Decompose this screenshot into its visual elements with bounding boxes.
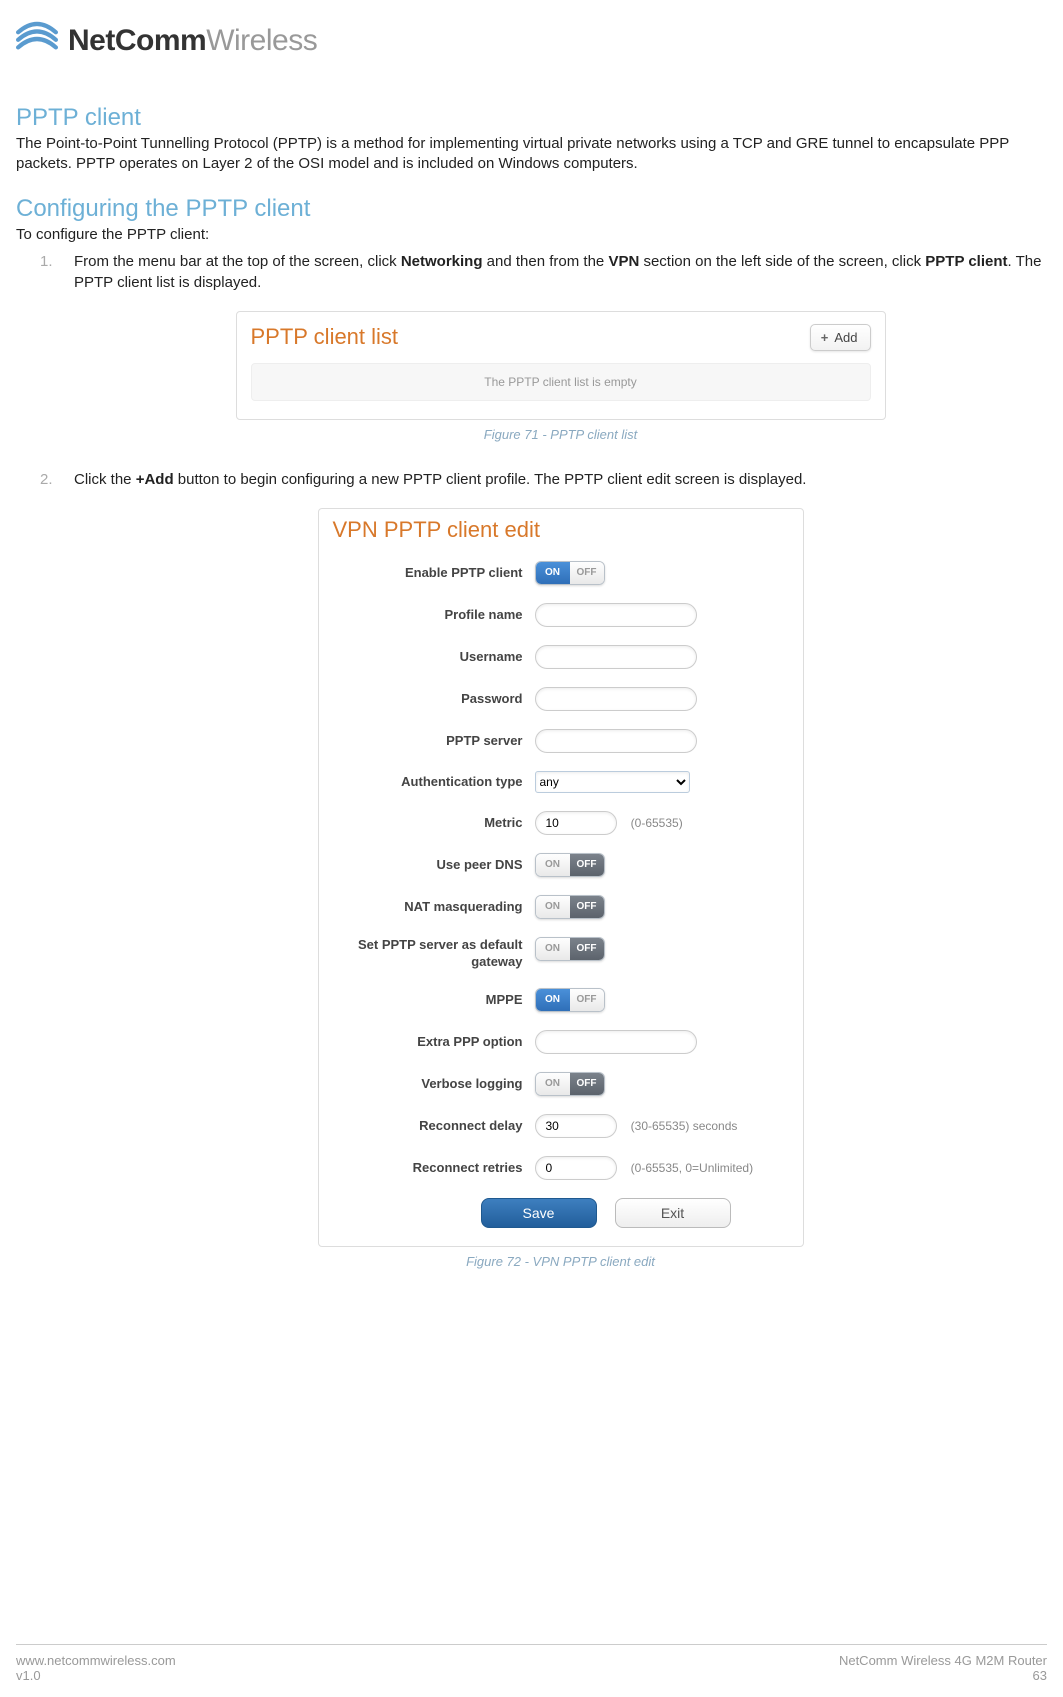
input-password[interactable] [535,687,697,711]
toggle-on: ON [536,854,570,876]
step-1: From the menu bar at the top of the scre… [74,251,1047,445]
label-enable: Enable PPTP client [333,565,535,581]
panel-title: PPTP client list [251,322,399,353]
toggle-off: OFF [570,562,604,584]
label-peer-dns: Use peer DNS [333,857,535,873]
hint-metric: (0-65535) [631,816,683,830]
toggle-enable-pptp[interactable]: ON OFF [535,561,605,585]
footer-url: www.netcommwireless.com [16,1653,176,1668]
label-default-gateway: Set PPTP server as default gateway [333,937,535,970]
input-extra-ppp[interactable] [535,1030,697,1054]
toggle-on: ON [536,896,570,918]
toggle-mppe[interactable]: ON OFF [535,988,605,1012]
page-footer: www.netcommwireless.com v1.0 NetComm Wir… [16,1644,1047,1683]
step-2: Click the +Add button to begin configuri… [74,469,1047,1271]
empty-list-message: The PPTP client list is empty [251,363,871,402]
input-metric[interactable] [535,811,617,835]
add-button[interactable]: + Add [810,324,871,351]
toggle-off: OFF [570,989,604,1011]
input-profile-name[interactable] [535,603,697,627]
toggle-on: ON [536,938,570,960]
save-button[interactable]: Save [481,1198,597,1228]
toggle-verbose[interactable]: ON OFF [535,1072,605,1096]
pptp-client-edit-panel: VPN PPTP client edit Enable PPTP client … [318,508,804,1247]
netcomm-logo-icon [16,18,58,64]
label-reconnect-retries: Reconnect retries [333,1160,535,1176]
brand-name: NetCommWireless [68,24,317,58]
plus-icon: + [821,330,829,345]
figure-71-caption: Figure 71 - PPTP client list [484,426,637,444]
add-button-label: Add [834,330,857,345]
heading-pptp-client: PPTP client [16,104,1047,132]
pptp-client-description: The Point-to-Point Tunnelling Protocol (… [16,134,1047,175]
label-mppe: MPPE [333,992,535,1008]
brand-logo: NetCommWireless [16,18,1047,64]
label-reconnect-delay: Reconnect delay [333,1118,535,1134]
figure-72-caption: Figure 72 - VPN PPTP client edit [466,1253,655,1271]
label-auth-type: Authentication type [333,774,535,790]
hint-reconnect-retries: (0-65535, 0=Unlimited) [631,1161,753,1175]
toggle-peer-dns[interactable]: ON OFF [535,853,605,877]
footer-version: v1.0 [16,1668,176,1683]
pptp-client-list-panel: PPTP client list + Add The PPTP client l… [236,311,886,421]
toggle-on: ON [536,989,570,1011]
toggle-on: ON [536,1073,570,1095]
input-reconnect-retries[interactable] [535,1156,617,1180]
label-verbose: Verbose logging [333,1076,535,1092]
label-extra-ppp: Extra PPP option [333,1034,535,1050]
label-username: Username [333,649,535,665]
exit-button[interactable]: Exit [615,1198,731,1228]
toggle-default-gateway[interactable]: ON OFF [535,937,605,961]
panel-edit-title: VPN PPTP client edit [333,515,789,546]
toggle-off: OFF [570,1073,604,1095]
toggle-on: ON [536,562,570,584]
toggle-off: OFF [570,938,604,960]
input-pptp-server[interactable] [535,729,697,753]
brand-light: Wireless [206,24,317,57]
label-metric: Metric [333,815,535,831]
heading-configuring: Configuring the PPTP client [16,195,1047,223]
label-pptp-server: PPTP server [333,733,535,749]
toggle-off: OFF [570,854,604,876]
brand-bold: NetComm [68,24,206,57]
toggle-nat[interactable]: ON OFF [535,895,605,919]
footer-product: NetComm Wireless 4G M2M Router [839,1653,1047,1668]
hint-reconnect-delay: (30-65535) seconds [631,1119,738,1133]
input-username[interactable] [535,645,697,669]
label-password: Password [333,691,535,707]
config-intro: To configure the PPTP client: [16,225,1047,245]
select-auth-type[interactable]: any [535,771,690,793]
label-profile-name: Profile name [333,607,535,623]
footer-page: 63 [839,1668,1047,1683]
input-reconnect-delay[interactable] [535,1114,617,1138]
toggle-off: OFF [570,896,604,918]
label-nat: NAT masquerading [333,899,535,915]
